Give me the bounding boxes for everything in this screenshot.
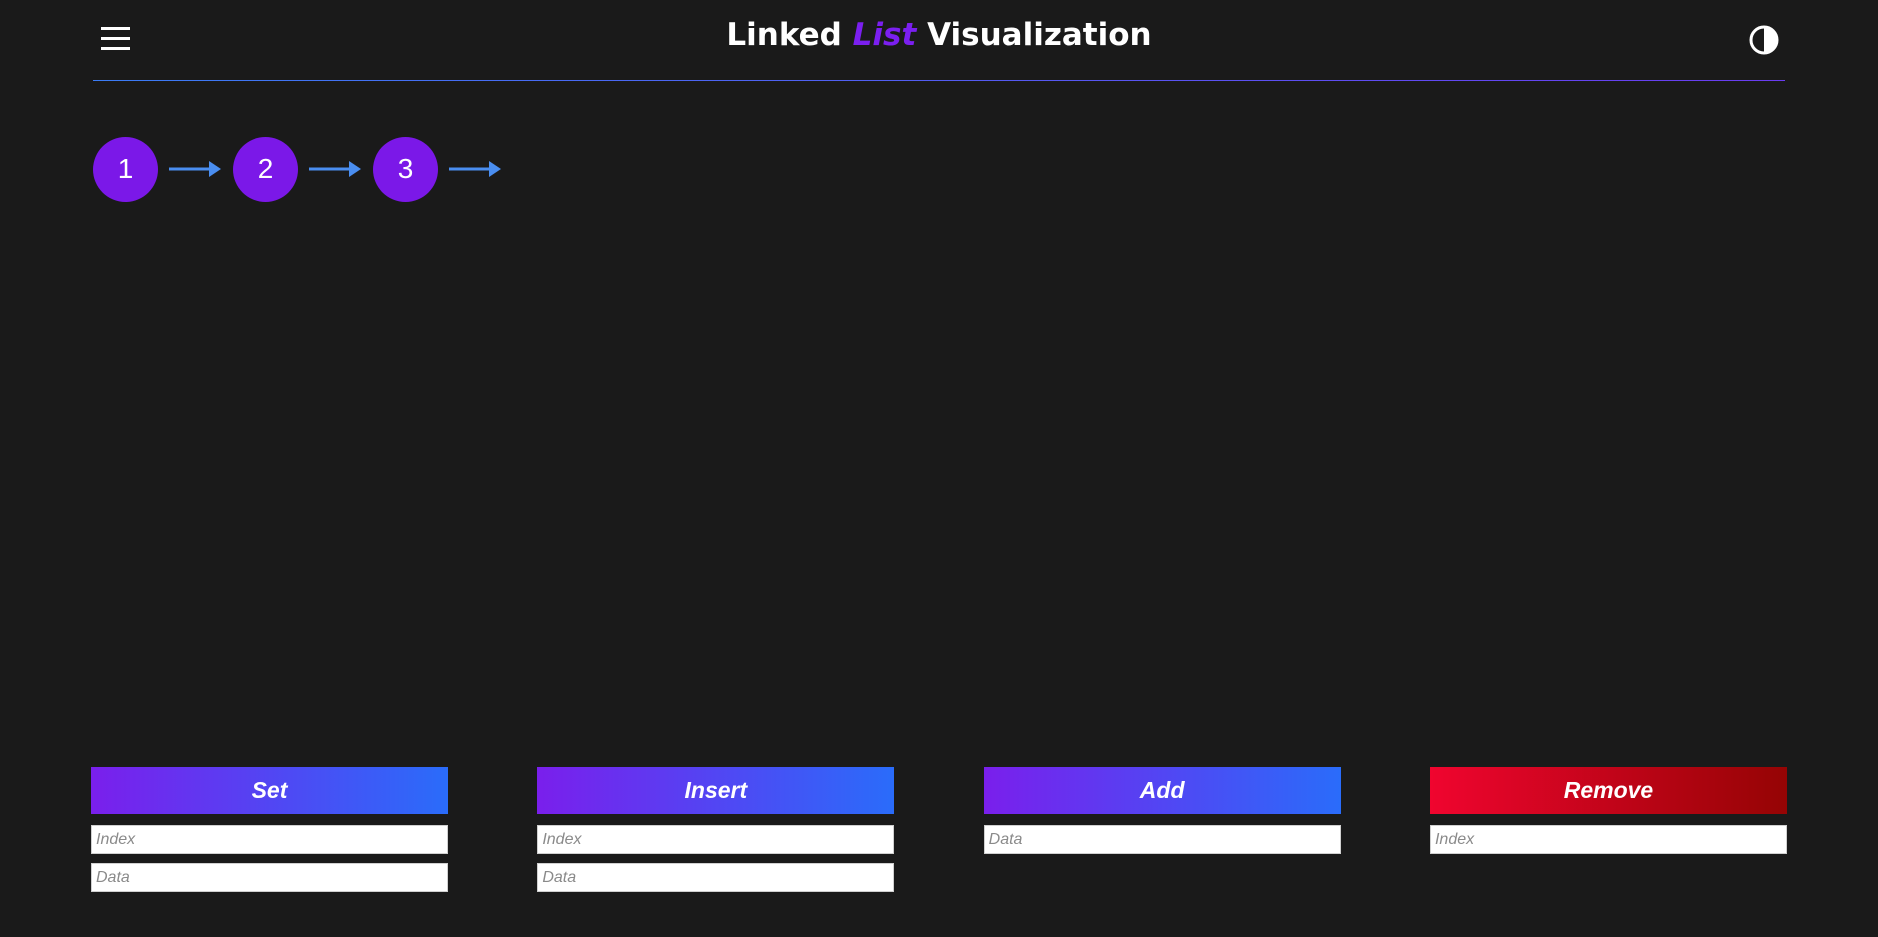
insert-index-input[interactable] — [537, 825, 895, 854]
set-data-input[interactable] — [91, 863, 448, 892]
contrast-icon[interactable] — [1749, 25, 1779, 55]
header: Linked List Visualization — [93, 0, 1785, 81]
remove-index-input[interactable] — [1429, 825, 1787, 854]
list-node: 3 — [373, 136, 438, 202]
arrow-right-icon — [158, 136, 233, 202]
insert-control: Insert — [537, 767, 895, 892]
controls: Set Insert Add Remove — [91, 767, 1787, 892]
list-node: 1 — [93, 136, 158, 202]
remove-button[interactable]: Remove — [1429, 767, 1787, 814]
list-node: 2 — [233, 136, 298, 202]
set-index-input[interactable] — [91, 825, 448, 854]
arrow-right-icon — [438, 136, 513, 202]
insert-button[interactable]: Insert — [537, 767, 895, 814]
insert-data-input[interactable] — [537, 863, 895, 892]
remove-control: Remove — [1429, 767, 1787, 892]
linked-list: 1 2 3 — [93, 136, 513, 202]
title-suffix: Visualization — [927, 17, 1152, 53]
arrow-right-icon — [298, 136, 373, 202]
add-button[interactable]: Add — [983, 767, 1341, 814]
set-control: Set — [91, 767, 448, 892]
set-button[interactable]: Set — [91, 767, 448, 814]
page-title: Linked List Visualization — [93, 17, 1785, 53]
header-divider — [93, 80, 1785, 81]
title-prefix: Linked — [726, 17, 842, 53]
add-control: Add — [983, 767, 1341, 892]
title-accent: List — [852, 17, 917, 53]
add-data-input[interactable] — [983, 825, 1341, 854]
app-root: Linked List Visualization 1 2 3 Set Insert… — [0, 0, 1878, 937]
